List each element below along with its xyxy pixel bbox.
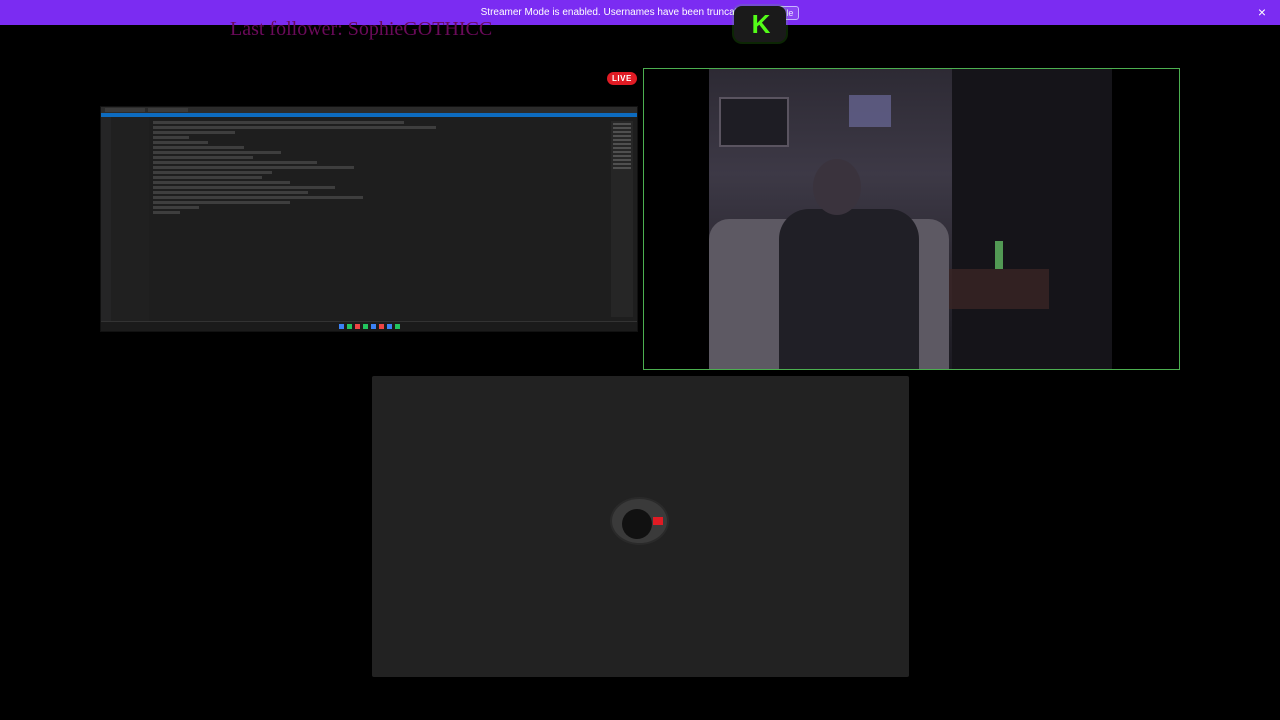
brand-logo-icon: K	[734, 6, 786, 42]
editor-code-area	[153, 121, 609, 317]
taskbar-app-icon	[378, 324, 384, 329]
taskbar-app-icon	[394, 324, 400, 329]
participant-tile-camera-off[interactable]	[372, 376, 909, 677]
webcam-background-window	[719, 97, 789, 147]
webcam-tile[interactable]	[643, 68, 1180, 370]
editor-banner-bar	[101, 113, 637, 117]
brand-logo-text: K	[751, 8, 771, 39]
streamer-mode-banner: Streamer Mode is enabled. Usernames have…	[0, 0, 1280, 25]
screen-share-tile[interactable]	[100, 106, 638, 332]
taskbar-app-icon	[354, 324, 360, 329]
windows-start-icon	[338, 324, 344, 329]
taskbar-app-icon	[346, 324, 352, 329]
banner-message: Streamer Mode is enabled. Usernames have…	[480, 7, 752, 18]
avatar-image	[622, 509, 652, 539]
webcam-shelf	[949, 269, 1049, 309]
editor-tab	[148, 108, 188, 112]
webcam-person-body	[779, 209, 919, 369]
last-follower-label: Last follower: SophieGOTHICC	[230, 18, 493, 40]
webcam-person-head	[813, 159, 861, 215]
taskbar-app-icon	[362, 324, 368, 329]
close-icon[interactable]: ×	[1254, 4, 1270, 20]
webcam-feed	[709, 69, 1112, 369]
editor-minimap	[611, 121, 633, 317]
webcam-lamp	[995, 241, 1003, 269]
editor-tab	[105, 108, 145, 112]
avatar-badge-icon	[653, 517, 663, 525]
participant-avatar	[612, 499, 667, 543]
editor-explorer	[111, 117, 149, 321]
webcam-background-shadow	[952, 69, 1112, 369]
screen-share-taskbar	[101, 321, 637, 331]
taskbar-app-icon	[386, 324, 392, 329]
editor-activity-bar	[101, 117, 111, 321]
webcam-background-poster	[849, 95, 891, 127]
taskbar-app-icon	[370, 324, 376, 329]
live-badge: LIVE	[607, 72, 637, 85]
